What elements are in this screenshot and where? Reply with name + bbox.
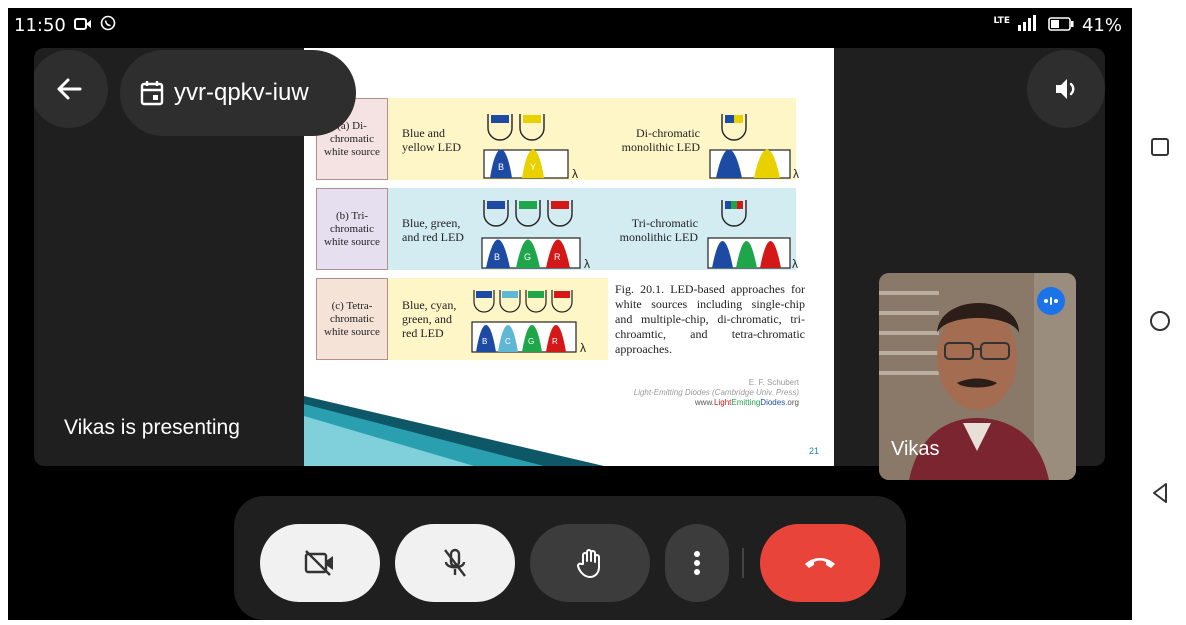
row-content: Blue, cyan, green, and red LED B C G R λ: [388, 278, 608, 360]
raise-hand-button[interactable]: [530, 524, 650, 602]
circle-icon: [1150, 311, 1170, 331]
whatsapp-icon: [100, 15, 116, 36]
row-right-text: Tri-chromatic monolithic LED: [619, 216, 698, 244]
audio-level-icon: [1044, 297, 1058, 305]
led-diagram-right: λ: [707, 200, 798, 270]
self-video-tile[interactable]: Vikas: [879, 273, 1076, 480]
credit-url-light: Light: [714, 398, 732, 407]
battery-percent: 41%: [1081, 15, 1122, 36]
triangle-back-icon: [1153, 483, 1167, 503]
meeting-code-chip[interactable]: yvr-qpkv-iuw: [120, 50, 356, 136]
square-icon: [1151, 138, 1169, 156]
row-content: Blue, green, and red LED Tri-chromatic m…: [388, 188, 798, 270]
lambda-label: λ: [572, 167, 578, 180]
credit-author: E. F. Schubert: [748, 378, 799, 387]
credit-url-suffix: .org: [785, 398, 799, 407]
meeting-code: yvr-qpkv-iuw: [174, 79, 309, 106]
phone-screen: 11:50 LTE 41% (a) Di-chromatic white sou…: [8, 8, 1132, 620]
status-time: 11:50: [14, 15, 66, 36]
mic-off-icon: [444, 548, 466, 577]
shared-slide: (a) Di-chromatic white source Blue and y…: [304, 48, 834, 466]
credit-url: www.LightEmittingDiodes.org: [619, 398, 799, 408]
led-diagram-left: B G R λ: [481, 200, 590, 270]
recents-button[interactable]: [1151, 138, 1169, 156]
svg-text:G: G: [524, 252, 531, 262]
figure-credit: E. F. Schubert Light-Emitting Diodes (Ca…: [619, 378, 799, 408]
phone-hangup-icon: [805, 558, 835, 568]
slide-decoration: [304, 396, 604, 466]
more-vert-icon: [694, 551, 700, 575]
android-navigation-bar: [1132, 0, 1186, 625]
credit-book: Light-Emitting Diodes (Cambridge Univ. P…: [633, 388, 799, 397]
signal-icon: [1017, 15, 1040, 36]
credit-url-diodes: Diodes: [760, 398, 786, 407]
row-left-text: Blue, cyan, green, and red LED: [402, 298, 457, 340]
arrow-left-icon: [57, 78, 82, 100]
row-left-text: Blue and yellow LED: [402, 126, 461, 154]
row-content: Blue and yellow LED Di-chromatic monolit…: [388, 98, 799, 180]
led-diagram-left: B Y λ: [483, 114, 578, 180]
lte-label: LTE: [993, 15, 1010, 26]
microphone-toggle-button[interactable]: [395, 524, 515, 602]
more-options-button[interactable]: [665, 524, 729, 602]
row-right-text: Di-chromatic monolithic LED: [621, 126, 700, 154]
row-left-text: Blue, green, and red LED: [402, 216, 464, 244]
row-label: (c) Tetra-chromatic white source: [316, 278, 388, 360]
self-name: Vikas: [891, 438, 940, 460]
lambda-label: λ: [584, 257, 590, 270]
lambda-label: λ: [580, 341, 586, 355]
camera-off-icon: [304, 550, 333, 576]
svg-text:Y: Y: [530, 162, 536, 172]
led-diagram-right: λ: [709, 114, 799, 180]
svg-text:B: B: [494, 252, 500, 262]
svg-text:R: R: [552, 337, 558, 346]
figure-caption: Fig. 20.1. LED-based approaches for whit…: [615, 282, 805, 356]
slide-row-tetrachromatic: (c) Tetra-chromatic white source: [316, 278, 388, 360]
lambda-label: λ: [793, 167, 799, 180]
call-controls: [234, 496, 906, 620]
svg-text:B: B: [498, 162, 504, 172]
hand-icon: [577, 549, 600, 578]
battery-icon: [1048, 15, 1074, 36]
end-call-button[interactable]: [760, 524, 880, 602]
svg-text:C: C: [505, 337, 511, 346]
back-nav-button[interactable]: [1151, 482, 1169, 504]
slide-page-number: 21: [809, 446, 820, 456]
video-status-icon: [73, 15, 92, 36]
home-button[interactable]: [1149, 310, 1171, 332]
slide-row-dichromatic: (a) Di-chromatic white source Blue and y…: [316, 98, 799, 180]
credit-url-emitting: Emitting: [731, 398, 761, 407]
audio-indicator: [1037, 287, 1065, 315]
svg-text:G: G: [528, 337, 534, 346]
led-diagram-left: B C G R λ: [471, 290, 586, 355]
lambda-label: λ: [792, 257, 798, 270]
svg-text:R: R: [554, 252, 561, 262]
controls-divider: [742, 548, 744, 578]
speaker-icon: [1056, 79, 1075, 99]
presenting-label: Vikas is presenting: [64, 416, 240, 439]
camera-toggle-button[interactable]: [260, 524, 380, 602]
calendar-icon: [140, 81, 164, 106]
row-label: (b) Tri-chromatic white source: [316, 188, 388, 270]
speaker-button[interactable]: [1027, 50, 1105, 128]
back-button[interactable]: [34, 50, 108, 128]
credit-url-prefix: www.: [694, 398, 715, 407]
slide-row-trichromatic: (b) Tri-chromatic white source Blue, gre…: [316, 188, 798, 270]
status-bar: 11:50 LTE 41%: [8, 8, 1132, 42]
svg-text:B: B: [482, 337, 487, 346]
